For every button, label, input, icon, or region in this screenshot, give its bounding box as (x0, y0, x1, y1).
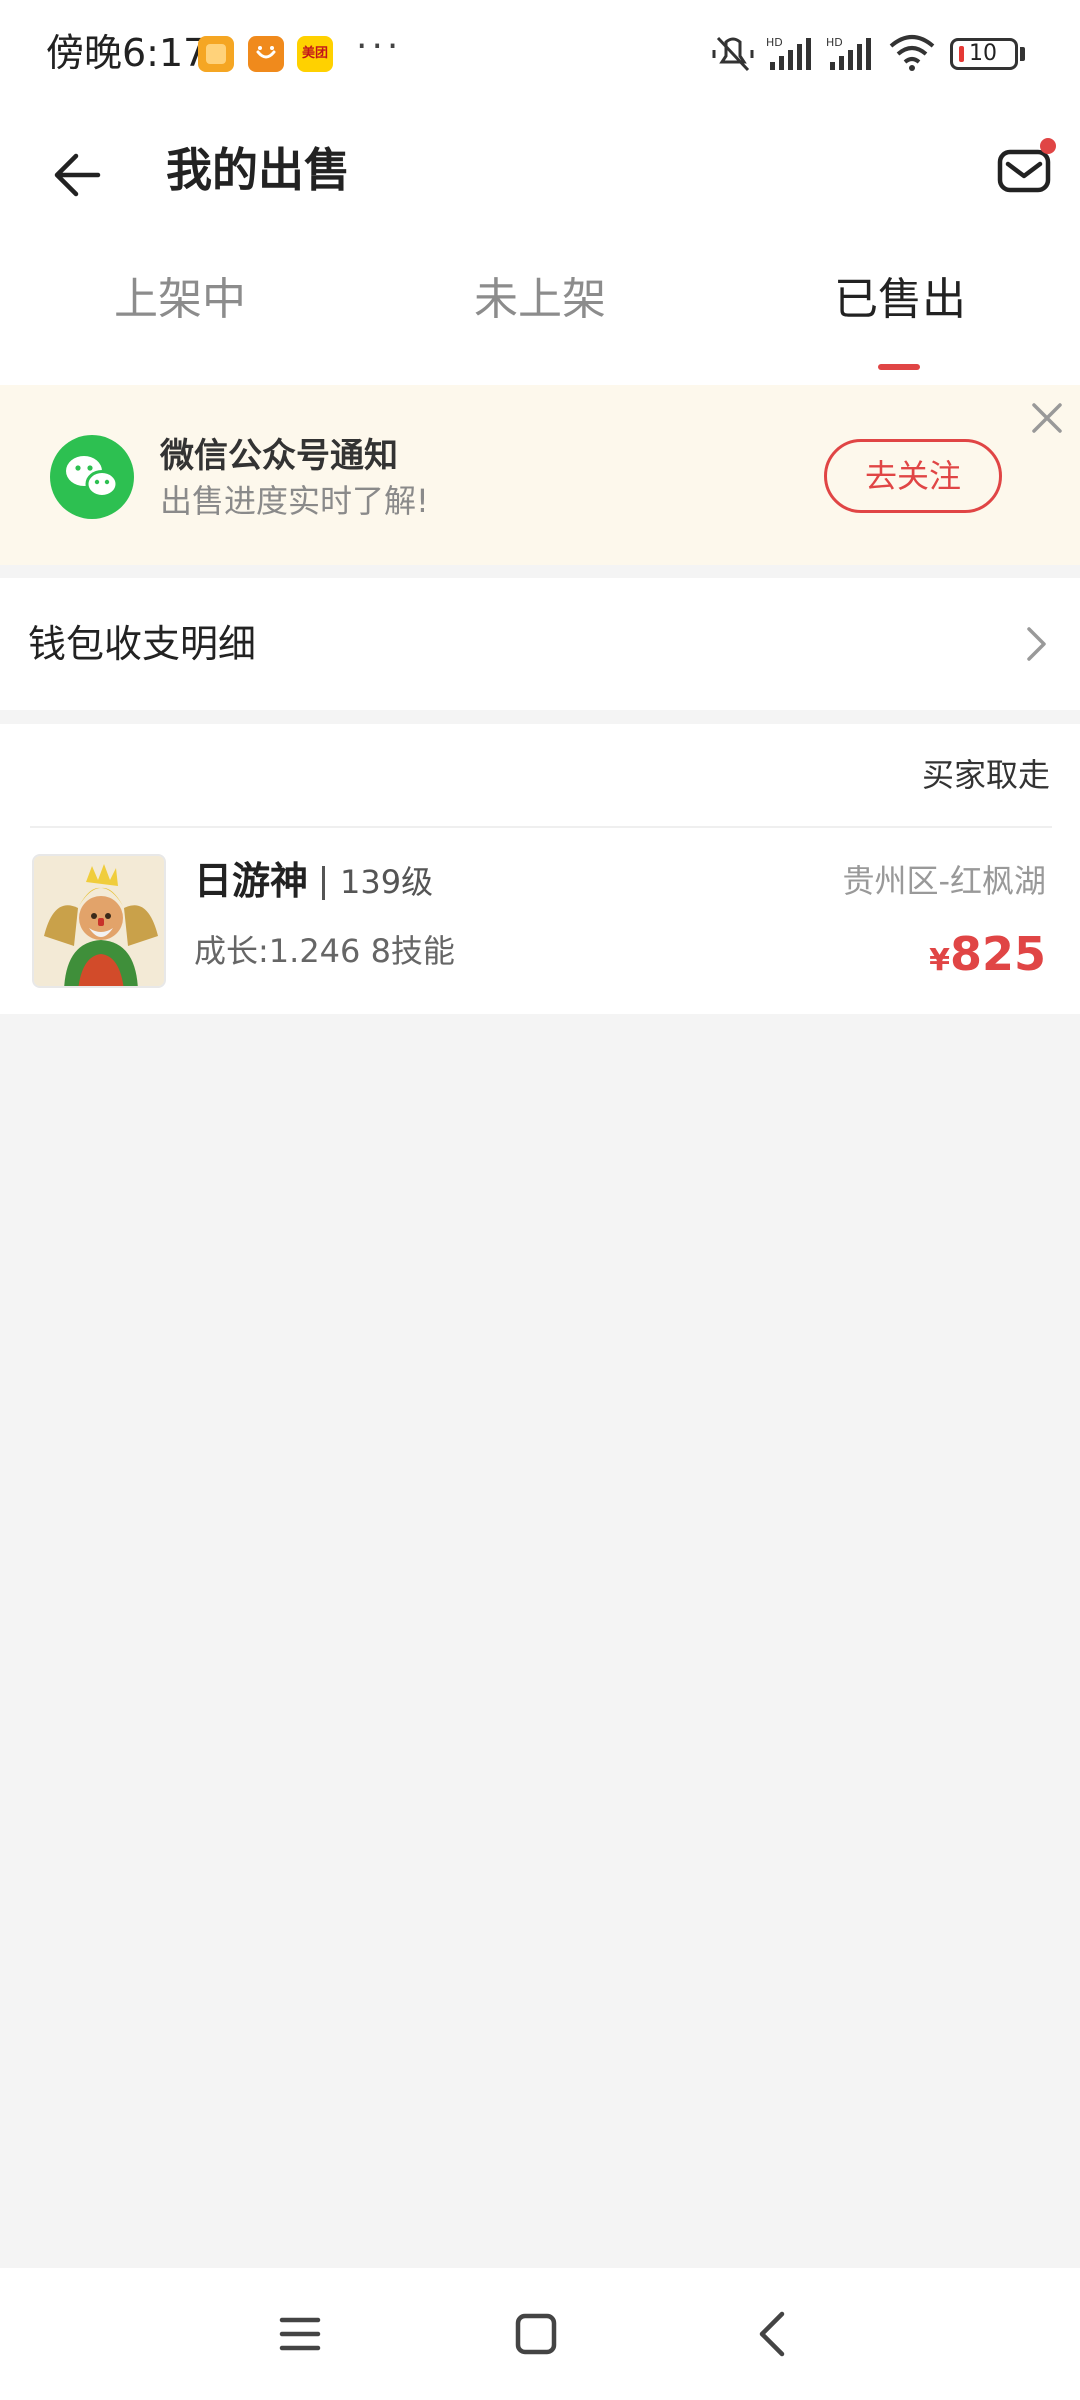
mute-icon (712, 36, 754, 72)
price-currency: ¥ (929, 943, 950, 978)
meituan-icon: 美团 (297, 36, 333, 72)
menu-icon[interactable] (278, 2312, 322, 2356)
gallery-icon (198, 36, 234, 72)
tab-active-indicator (878, 364, 920, 370)
tab-bar: 上架中 未上架 已售出 (0, 240, 1080, 385)
name-separator (322, 866, 325, 900)
page-title: 我的出售 (166, 143, 350, 197)
item-level: 139级 (340, 863, 434, 901)
tab-listed[interactable]: 上架中 (30, 270, 330, 330)
item-thumbnail (32, 854, 166, 988)
item-server: 贵州区-红枫湖 (842, 862, 1046, 900)
tab-sold[interactable]: 已售出 (750, 270, 1050, 330)
svg-text:HD: HD (766, 36, 783, 49)
notice-subtitle: 出售进度实时了解! (160, 482, 429, 520)
close-icon[interactable] (1030, 401, 1064, 435)
status-bar: 傍晚6:17 美团 ··· HD HD 10 (0, 0, 1080, 110)
taobao-icon (248, 36, 284, 72)
order-status: 买家取走 (921, 756, 1050, 794)
battery-tip (1020, 47, 1025, 61)
status-time: 傍晚6:17 (46, 31, 208, 75)
battery-icon: 10 (950, 38, 1018, 70)
order-card[interactable]: 买家取走 日游神 139级 成长:1.246 8技能 贵州区-红枫湖 ¥825 (0, 724, 1080, 1014)
tab-unlisted[interactable]: 未上架 (390, 270, 690, 330)
wifi-icon (889, 35, 935, 71)
back-arrow-icon[interactable] (50, 148, 104, 202)
battery-level (959, 46, 964, 62)
unread-dot (1040, 138, 1056, 154)
item-name: 日游神 (194, 859, 309, 903)
divider (30, 826, 1052, 828)
wallet-details-row[interactable]: 钱包收支明细 (0, 578, 1080, 710)
mail-icon[interactable] (996, 132, 1062, 198)
chevron-right-icon (1027, 627, 1046, 661)
signal-icon: HD (766, 36, 811, 70)
follow-button[interactable]: 去关注 (824, 439, 1002, 513)
svg-text:HD: HD (826, 36, 843, 49)
signal-icon-2: HD (826, 36, 871, 70)
system-nav-bar (0, 2268, 1080, 2400)
battery-percent: 10 (969, 41, 997, 66)
back-nav-icon[interactable] (752, 2310, 792, 2358)
wallet-details-label: 钱包收支明细 (28, 622, 257, 666)
price-amount: 825 (949, 927, 1046, 981)
more-notifications-icon: ··· (356, 26, 403, 67)
item-price: ¥825 (929, 924, 1046, 995)
wechat-notice-banner: 微信公众号通知 出售进度实时了解! 去关注 (0, 385, 1080, 565)
notice-title: 微信公众号通知 (160, 436, 398, 476)
home-icon[interactable] (514, 2312, 558, 2356)
app-header: 我的出售 (0, 110, 1080, 240)
item-stats: 成长:1.246 8技能 (194, 932, 455, 970)
wechat-icon (50, 435, 134, 519)
